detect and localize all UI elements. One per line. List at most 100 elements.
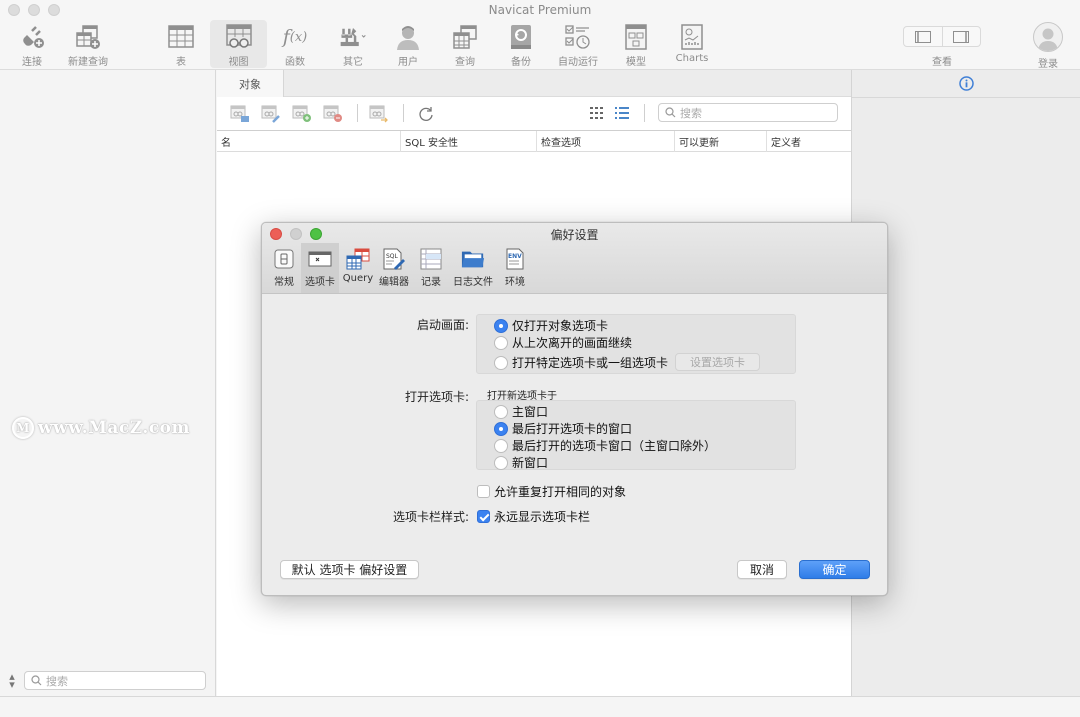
radio-button[interactable] [494, 438, 508, 453]
function-fx-icon: f (x) [282, 26, 308, 48]
pref-tab-tabs[interactable]: 选项卡 [301, 243, 339, 293]
radio-button[interactable] [494, 318, 508, 333]
avatar-icon [1033, 22, 1063, 52]
records-icon [419, 248, 443, 270]
sidebar-search-input[interactable]: 搜索 [24, 671, 206, 690]
column-header-sql-security[interactable]: SQL 安全性 [400, 131, 536, 152]
toolbar-divider [357, 104, 358, 122]
restore-defaults-button[interactable]: 默认 选项卡 偏好设置 [280, 560, 419, 579]
radio-button[interactable] [494, 455, 508, 470]
checklist-clock-icon [564, 23, 592, 51]
open-tab-option-0[interactable]: 主窗口 [494, 403, 548, 420]
column-header-name[interactable]: 名 [217, 131, 400, 152]
toolbar-view[interactable]: 视图 [210, 20, 267, 68]
toolbar-automation[interactable]: 自动运行 [556, 20, 600, 68]
sql-editor-icon: SQL [382, 248, 406, 270]
startup-option-0[interactable]: 仅打开对象选项卡 [494, 317, 608, 334]
design-view-button[interactable] [261, 105, 281, 123]
watermark: M www.MacZ.com [12, 417, 190, 439]
dialog-body: 启动画面: 仅打开对象选项卡 从上次离开的画面继续 打开特定选项卡或一组选项卡 … [262, 294, 887, 595]
pref-tab-general[interactable]: 常规 [270, 243, 298, 293]
open-tab-option-2[interactable]: 最后打开的选项卡窗口（主窗口除外） [494, 437, 716, 454]
refresh-button[interactable] [417, 105, 437, 123]
set-tabs-button[interactable]: 设置选项卡 [675, 353, 760, 371]
delete-view-icon [323, 105, 342, 122]
watermark-logo-icon: M [12, 417, 34, 439]
pref-tab-editor[interactable]: SQL 编辑器 [376, 243, 412, 293]
design-view-icon [261, 105, 280, 123]
startup-option-2[interactable]: 打开特定选项卡或一组选项卡 [494, 354, 668, 371]
info-icon[interactable] [958, 76, 974, 91]
toolbar-backup[interactable]: 备份 [506, 20, 536, 68]
toolbar-model[interactable]: 模型 [622, 20, 650, 68]
radio-button[interactable] [494, 335, 508, 350]
column-header-check-option[interactable]: 检查选项 [536, 131, 674, 152]
pref-tab-log-files[interactable]: 日志文件 [451, 243, 495, 293]
toolbar: Navicat Premium 连接 新建查询 表 视图 f (x) 函数 其它… [0, 0, 1080, 70]
table-add-icon [74, 23, 102, 51]
new-view-button[interactable] [292, 105, 312, 123]
list-view-button[interactable] [614, 105, 634, 123]
cancel-button[interactable]: 取消 [737, 560, 787, 579]
export-view-button[interactable] [369, 105, 389, 123]
charts-icon [678, 23, 706, 51]
allow-duplicate-checkbox-row[interactable]: 允许重复打开相同的对象 [477, 483, 626, 500]
always-show-tab-bar-row[interactable]: 永远显示选项卡栏 [477, 508, 590, 525]
preferences-dialog: 偏好设置 常规 选项卡 Query SQL 编辑器 记录 日志文件 ENV 环境… [261, 222, 888, 596]
status-bar [0, 696, 1080, 717]
pref-tab-environment[interactable]: ENV 环境 [502, 243, 528, 293]
svg-text:ENV: ENV [508, 253, 522, 260]
backup-icon [507, 23, 535, 51]
open-tab-option-3[interactable]: 新窗口 [494, 454, 548, 471]
general-icon [272, 248, 296, 270]
allow-duplicate-checkbox[interactable] [477, 485, 490, 498]
folder-icon [461, 248, 485, 270]
svg-text:SQL: SQL [386, 253, 399, 260]
radio-button[interactable] [494, 404, 508, 419]
tab-bar-style-label: 选项卡栏样式: [392, 510, 469, 524]
open-view-button[interactable] [230, 105, 250, 123]
radio-button[interactable] [494, 421, 508, 436]
radio-button[interactable] [494, 355, 508, 370]
toolbar-other[interactable]: 其它 [334, 20, 372, 68]
startup-option-1[interactable]: 从上次离开的画面继续 [494, 334, 632, 351]
dialog-header: 偏好设置 常规 选项卡 Query SQL 编辑器 记录 日志文件 ENV 环境 [262, 223, 887, 294]
object-search-input[interactable]: 搜索 [658, 103, 838, 122]
login-button[interactable]: 登录 [1030, 22, 1066, 70]
toolbar-connect[interactable]: 连接 [14, 20, 50, 68]
refresh-icon [419, 107, 433, 121]
toolbar-new-query[interactable]: 新建查询 [66, 20, 110, 68]
app-window: Navicat Premium 连接 新建查询 表 视图 f (x) 函数 其它… [0, 0, 1080, 717]
sidebar-search-bar: ▴ ▾ 搜索 [6, 671, 206, 690]
list-view-icon [615, 107, 629, 119]
toolbar-function[interactable]: f (x) 函数 [280, 20, 310, 68]
column-header-definer[interactable]: 定义者 [766, 131, 851, 152]
new-view-icon [292, 105, 311, 122]
user-icon [394, 23, 422, 51]
always-show-tab-bar-checkbox[interactable] [477, 510, 490, 523]
grid-view-icon [590, 107, 603, 119]
pref-tab-records[interactable]: 记录 [417, 243, 445, 293]
sort-stepper-icon[interactable]: ▴ ▾ [6, 671, 18, 690]
view-label: 查看 [932, 57, 952, 68]
toolbar-table[interactable]: 表 [164, 20, 198, 68]
open-tab-label: 打开选项卡: [404, 390, 469, 404]
toolbar-charts[interactable]: Charts [674, 20, 710, 68]
toolbar-user[interactable]: 用户 [394, 20, 422, 68]
search-icon [665, 107, 676, 118]
app-title: Navicat Premium [488, 3, 592, 17]
open-tab-option-1[interactable]: 最后打开选项卡的窗口 [494, 420, 632, 437]
column-header-updatable[interactable]: 可以更新 [674, 131, 766, 152]
view-toggle [903, 26, 981, 47]
toggle-right-panel-button[interactable] [941, 27, 981, 46]
export-view-icon [369, 105, 388, 123]
left-panel-icon [914, 30, 931, 43]
grid-view-button[interactable] [589, 105, 609, 123]
pref-tab-query[interactable]: Query [342, 243, 374, 293]
startup-label: 启动画面: [416, 318, 469, 332]
toolbar-query[interactable]: 查询 [450, 20, 480, 68]
tab-objects[interactable]: 对象 [217, 70, 284, 98]
ok-button[interactable]: 确定 [799, 560, 870, 579]
delete-view-button[interactable] [323, 105, 343, 123]
toggle-left-panel-button[interactable] [904, 27, 942, 46]
